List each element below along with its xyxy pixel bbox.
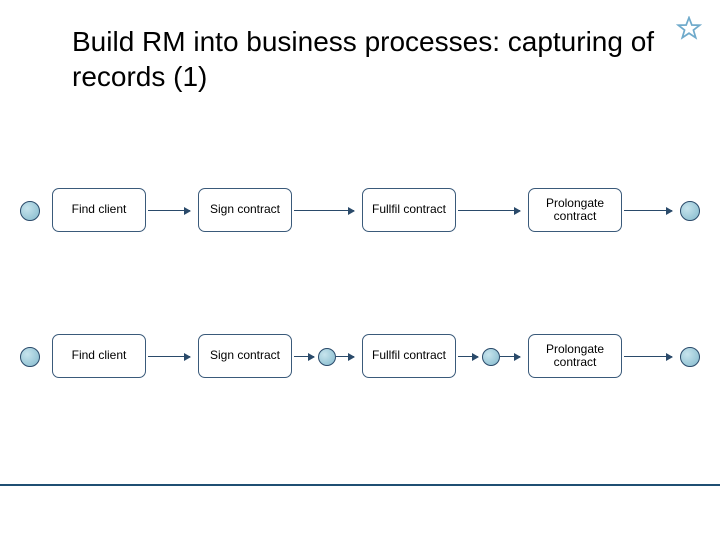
start-event-icon <box>20 201 40 221</box>
task-label: Fullfil contract <box>372 349 446 362</box>
task-label: Prolongate contract <box>531 343 619 369</box>
arrow-icon <box>624 210 672 211</box>
arrow-icon <box>500 356 520 357</box>
task-sign-contract: Sign contract <box>198 334 292 378</box>
footer-divider <box>0 484 720 486</box>
task-label: Sign contract <box>210 203 280 216</box>
task-prolongate-contract: Prolongate contract <box>528 334 622 378</box>
intermediate-event-icon <box>318 348 336 366</box>
arrow-icon <box>458 210 520 211</box>
task-label: Fullfil contract <box>372 203 446 216</box>
task-fullfil-contract: Fullfil contract <box>362 334 456 378</box>
arrow-icon <box>148 210 190 211</box>
arrow-icon <box>624 356 672 357</box>
task-label: Prolongate contract <box>531 197 619 223</box>
task-label: Find client <box>72 203 127 216</box>
task-prolongate-contract: Prolongate contract <box>528 188 622 232</box>
arrow-icon <box>148 356 190 357</box>
task-sign-contract: Sign contract <box>198 188 292 232</box>
slide: Build RM into business processes: captur… <box>0 0 720 540</box>
arrow-icon <box>458 356 478 357</box>
end-event-icon <box>680 201 700 221</box>
arrow-icon <box>294 210 354 211</box>
end-event-icon <box>680 347 700 367</box>
slide-title: Build RM into business processes: captur… <box>72 24 720 94</box>
task-find-client: Find client <box>52 188 146 232</box>
task-fullfil-contract: Fullfil contract <box>362 188 456 232</box>
intermediate-event-icon <box>482 348 500 366</box>
start-event-icon <box>20 347 40 367</box>
arrow-icon <box>336 356 354 357</box>
star-icon <box>676 16 702 47</box>
task-find-client: Find client <box>52 334 146 378</box>
task-label: Sign contract <box>210 349 280 362</box>
arrow-icon <box>294 356 314 357</box>
task-label: Find client <box>72 349 127 362</box>
